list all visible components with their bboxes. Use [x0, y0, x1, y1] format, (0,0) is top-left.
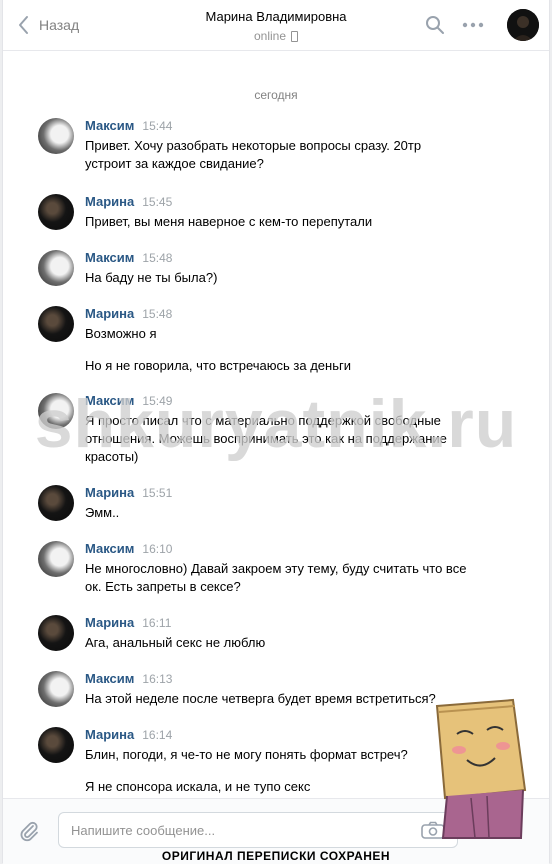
author-name[interactable]: Марина — [85, 306, 134, 321]
message-text: Эмм.. — [85, 504, 470, 522]
contact-avatar-image — [507, 9, 539, 41]
message-paragraph: Я просто писал что с материально поддерж… — [85, 413, 447, 464]
author-name[interactable]: Максим — [85, 118, 134, 133]
message-text: Возможно я Но я не говорила, что встречаю… — [85, 325, 470, 375]
chat-window: Назад Марина Владимировна online сегодня… — [2, 0, 550, 864]
message-paragraph: Привет, вы меня наверное с кем-то перепу… — [85, 214, 373, 229]
author-avatar[interactable] — [38, 393, 74, 429]
author-name[interactable]: Максим — [85, 671, 134, 686]
message-time: 15:48 — [142, 251, 173, 265]
message-time: 15:44 — [142, 119, 173, 133]
message-header: Максим 16:10 — [85, 541, 172, 556]
message-header: Максим 15:44 — [85, 118, 172, 133]
message-text: Ага, анальный секс не люблю — [85, 634, 470, 652]
message-header: Максим 15:49 — [85, 393, 172, 408]
message-text: Блин, погоди, я че-то не могу понять фор… — [85, 746, 470, 796]
message-paragraph: На баду не ты была?) — [85, 270, 218, 285]
message-header: Марина 15:45 — [85, 194, 172, 209]
online-status: online — [253, 29, 299, 43]
mascot-illustration — [435, 698, 527, 839]
message-paragraph: Ага, анальный секс не люблю — [85, 635, 266, 650]
author-avatar[interactable] — [38, 485, 74, 521]
author-name[interactable]: Максим — [85, 541, 134, 556]
back-label: Назад — [39, 17, 80, 33]
author-avatar[interactable] — [38, 118, 74, 154]
message-paragraph: Возможно я — [85, 326, 157, 341]
date-separator: сегодня — [254, 88, 298, 102]
more-icon[interactable] — [462, 22, 484, 28]
author-name[interactable]: Максим — [85, 393, 134, 408]
message-header: Марина 16:11 — [85, 615, 171, 630]
author-name[interactable]: Марина — [85, 727, 134, 742]
message-time: 15:51 — [142, 486, 173, 500]
message-text: Привет. Хочу разобрать некоторые вопросы… — [85, 137, 470, 173]
message-paragraph: Но я не говорила, что встречаюсь за день… — [85, 358, 351, 373]
message-paragraph: Я не спонсора искала, и не тупо секс — [85, 779, 311, 794]
author-name[interactable]: Марина — [85, 485, 134, 500]
message-header: Максим 15:48 — [85, 250, 172, 265]
message-time: 16:10 — [142, 542, 173, 556]
phone-icon — [291, 30, 299, 42]
message-paragraph: Блин, погоди, я че-то не могу понять фор… — [85, 747, 408, 762]
status-label: online — [253, 29, 287, 43]
search-icon[interactable] — [425, 15, 445, 35]
message-text: Я просто писал что с материально поддерж… — [85, 412, 470, 466]
author-avatar[interactable] — [38, 541, 74, 577]
message-time: 15:49 — [142, 394, 173, 408]
message-input[interactable] — [58, 812, 458, 848]
message-text: На баду не ты была?) — [85, 269, 470, 287]
chat-header: Назад Марина Владимировна online — [3, 0, 549, 51]
message-time: 16:11 — [142, 616, 172, 630]
author-name[interactable]: Марина — [85, 194, 134, 209]
author-avatar[interactable] — [38, 727, 74, 763]
message-paragraph: Не многословно) Давай закроем эту тему, … — [85, 561, 467, 594]
message-header: Марина 15:48 — [85, 306, 172, 321]
message-text: Привет, вы меня наверное с кем-то перепу… — [85, 213, 470, 231]
author-name[interactable]: Марина — [85, 615, 134, 630]
author-name[interactable]: Максим — [85, 250, 134, 265]
author-avatar[interactable] — [38, 306, 74, 342]
contact-avatar[interactable] — [507, 9, 539, 41]
message-header: Марина 15:51 — [85, 485, 172, 500]
author-avatar[interactable] — [38, 615, 74, 651]
message-paragraph: Привет. Хочу разобрать некоторые вопросы… — [85, 138, 422, 171]
message-paragraph: На этой неделе после четверга будет врем… — [85, 691, 436, 706]
message-header: Максим 16:13 — [85, 671, 172, 686]
author-avatar[interactable] — [38, 194, 74, 230]
message-text: На этой неделе после четверга будет врем… — [85, 690, 470, 708]
back-button[interactable]: Назад — [17, 14, 79, 36]
author-avatar[interactable] — [38, 250, 74, 286]
paperclip-icon[interactable] — [18, 820, 40, 842]
chevron-left-icon — [19, 16, 28, 34]
message-time: 15:45 — [142, 195, 173, 209]
message-paragraph: Эмм.. — [85, 505, 120, 520]
author-avatar[interactable] — [38, 671, 74, 707]
saved-note: ОРИГИНАЛ ПЕРЕПИСКИ СОХРАНЕН — [161, 849, 391, 863]
message-text: Не многословно) Давай закроем эту тему, … — [85, 560, 470, 596]
message-time: 16:13 — [142, 672, 173, 686]
message-time: 15:48 — [142, 307, 173, 321]
message-time: 16:14 — [142, 728, 173, 742]
message-header: Марина 16:14 — [85, 727, 172, 742]
